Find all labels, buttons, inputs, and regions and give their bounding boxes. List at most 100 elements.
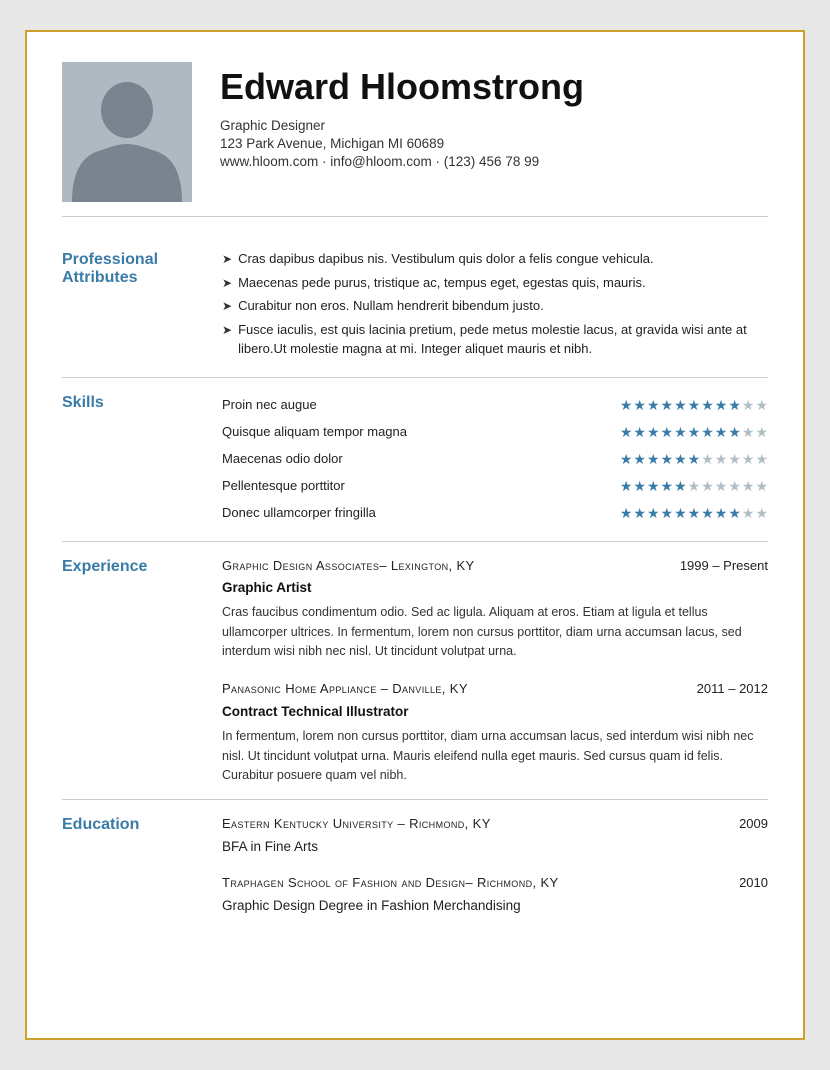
list-item: ➤ Maecenas pede purus, tristique ac, temp… bbox=[222, 273, 768, 293]
professional-attributes-content: ➤ Cras dapibus dapibus nis. Vestibulum qu… bbox=[222, 249, 768, 363]
experience-dates: 2011 – 2012 bbox=[697, 679, 768, 699]
degree-title: BFA in Fine Arts bbox=[222, 837, 768, 857]
star-empty-icon: ★ bbox=[755, 503, 768, 524]
star-empty-icon: ★ bbox=[688, 476, 701, 497]
star-empty-icon: ★ bbox=[742, 503, 755, 524]
skill-rating: ★★★★★★★★★★★ bbox=[522, 446, 768, 473]
skill-rating: ★★★★★★★★★★★ bbox=[522, 419, 768, 446]
graduation-year: 2009 bbox=[739, 814, 768, 834]
skill-name: Pellentesque porttitor bbox=[222, 473, 522, 500]
professional-attributes-section: Professional Attributes ➤Cras dapibus da… bbox=[62, 235, 768, 378]
star-filled-icon: ★ bbox=[620, 422, 633, 443]
education-section: Education Eastern Kentucky University – … bbox=[62, 800, 768, 930]
school-name: Traphagen School of Fashion and Design– … bbox=[222, 873, 559, 893]
experience-block: Panasonic Home Appliance – Danville, KY … bbox=[222, 679, 768, 785]
star-filled-icon: ★ bbox=[647, 395, 660, 416]
skills-table: Proin nec augue★★★★★★★★★★★Quisque aliqua… bbox=[222, 392, 768, 527]
arrow-icon: ➤ bbox=[222, 297, 232, 315]
star-empty-icon: ★ bbox=[715, 476, 728, 497]
star-filled-icon: ★ bbox=[688, 503, 701, 524]
star-filled-icon: ★ bbox=[715, 395, 728, 416]
header-section: Edward Hloomstrong Graphic Designer 123 … bbox=[62, 62, 768, 217]
stars-display: ★★★★★★★★★★★ bbox=[620, 422, 768, 443]
table-row: Quisque aliquam tempor magna ★★★★★★★★★★★ bbox=[222, 419, 768, 446]
star-filled-icon: ★ bbox=[674, 476, 687, 497]
star-empty-icon: ★ bbox=[742, 422, 755, 443]
star-filled-icon: ★ bbox=[728, 422, 741, 443]
experience-dates: 1999 – Present bbox=[680, 556, 768, 576]
star-filled-icon: ★ bbox=[633, 503, 646, 524]
skill-name: Donec ullamcorper fringilla bbox=[222, 500, 522, 527]
candidate-title: Graphic Designer bbox=[220, 118, 768, 133]
skill-rating: ★★★★★★★★★★★ bbox=[522, 500, 768, 527]
star-empty-icon: ★ bbox=[701, 476, 714, 497]
star-filled-icon: ★ bbox=[661, 395, 674, 416]
star-filled-icon: ★ bbox=[701, 422, 714, 443]
star-filled-icon: ★ bbox=[661, 422, 674, 443]
candidate-address: 123 Park Avenue, Michigan MI 60689 bbox=[220, 136, 768, 151]
star-filled-icon: ★ bbox=[633, 395, 646, 416]
education-content: Eastern Kentucky University – Richmond, … bbox=[222, 814, 768, 916]
skills-content: Proin nec augue★★★★★★★★★★★Quisque aliqua… bbox=[222, 392, 768, 527]
experience-label: Experience bbox=[62, 556, 222, 576]
star-empty-icon: ★ bbox=[715, 449, 728, 470]
list-item: ➤ Fusce iaculis, est quis lacinia pretium… bbox=[222, 320, 768, 359]
star-empty-icon: ★ bbox=[755, 395, 768, 416]
skill-name: Proin nec augue bbox=[222, 392, 522, 419]
education-header: Eastern Kentucky University – Richmond, … bbox=[222, 814, 768, 834]
star-filled-icon: ★ bbox=[647, 503, 660, 524]
company-name: Panasonic Home Appliance – Danville, KY bbox=[222, 679, 468, 699]
stars-display: ★★★★★★★★★★★ bbox=[620, 449, 768, 470]
attr-text: Fusce iaculis, est quis lacinia pretium,… bbox=[238, 320, 768, 359]
star-filled-icon: ★ bbox=[674, 395, 687, 416]
experience-block: Graphic Design Associates– Lexington, KY… bbox=[222, 556, 768, 662]
arrow-icon: ➤ bbox=[222, 321, 232, 339]
degree-title: Graphic Design Degree in Fashion Merchan… bbox=[222, 896, 768, 916]
star-filled-icon: ★ bbox=[701, 503, 714, 524]
star-filled-icon: ★ bbox=[715, 422, 728, 443]
attr-text: Cras dapibus dapibus nis. Vestibulum qui… bbox=[238, 249, 654, 269]
header-info: Edward Hloomstrong Graphic Designer 123 … bbox=[220, 62, 768, 169]
skill-name: Quisque aliquam tempor magna bbox=[222, 419, 522, 446]
skills-section: Skills Proin nec augue★★★★★★★★★★★Quisque… bbox=[62, 378, 768, 542]
star-filled-icon: ★ bbox=[674, 449, 687, 470]
star-filled-icon: ★ bbox=[633, 476, 646, 497]
star-filled-icon: ★ bbox=[647, 476, 660, 497]
star-empty-icon: ★ bbox=[742, 395, 755, 416]
star-empty-icon: ★ bbox=[728, 476, 741, 497]
arrow-icon: ➤ bbox=[222, 250, 232, 268]
star-filled-icon: ★ bbox=[674, 503, 687, 524]
star-filled-icon: ★ bbox=[620, 503, 633, 524]
star-filled-icon: ★ bbox=[661, 476, 674, 497]
star-filled-icon: ★ bbox=[688, 422, 701, 443]
star-filled-icon: ★ bbox=[674, 422, 687, 443]
candidate-name: Edward Hloomstrong bbox=[220, 66, 768, 108]
experience-content: Graphic Design Associates– Lexington, KY… bbox=[222, 556, 768, 786]
star-filled-icon: ★ bbox=[728, 395, 741, 416]
experience-section: Experience Graphic Design Associates– Le… bbox=[62, 542, 768, 801]
star-filled-icon: ★ bbox=[728, 503, 741, 524]
star-empty-icon: ★ bbox=[742, 476, 755, 497]
school-name: Eastern Kentucky University – Richmond, … bbox=[222, 814, 491, 834]
skills-label: Skills bbox=[62, 392, 222, 412]
skill-rating: ★★★★★★★★★★★ bbox=[522, 473, 768, 500]
star-empty-icon: ★ bbox=[742, 449, 755, 470]
list-item: ➤Curabitur non eros. Nullam hendrerit bi… bbox=[222, 296, 768, 316]
star-filled-icon: ★ bbox=[661, 449, 674, 470]
candidate-contact: www.hloom.com · info@hloom.com · (123) 4… bbox=[220, 154, 768, 169]
arrow-icon: ➤ bbox=[222, 274, 232, 292]
attr-text: Maecenas pede purus, tristique ac, tempu… bbox=[238, 273, 646, 293]
star-filled-icon: ★ bbox=[620, 449, 633, 470]
education-block: Eastern Kentucky University – Richmond, … bbox=[222, 814, 768, 857]
experience-header: Panasonic Home Appliance – Danville, KY … bbox=[222, 679, 768, 699]
job-description: Cras faucibus condimentum odio. Sed ac l… bbox=[222, 603, 768, 661]
skill-rating: ★★★★★★★★★★★ bbox=[522, 392, 768, 419]
graduation-year: 2010 bbox=[739, 873, 768, 893]
star-filled-icon: ★ bbox=[620, 476, 633, 497]
job-description: In fermentum, lorem non cursus porttitor… bbox=[222, 727, 768, 785]
table-row: Donec ullamcorper fringilla ★★★★★★★★★★★ bbox=[222, 500, 768, 527]
stars-display: ★★★★★★★★★★★ bbox=[620, 503, 768, 524]
star-empty-icon: ★ bbox=[728, 449, 741, 470]
education-label: Education bbox=[62, 814, 222, 834]
resume-page: Edward Hloomstrong Graphic Designer 123 … bbox=[25, 30, 805, 1040]
